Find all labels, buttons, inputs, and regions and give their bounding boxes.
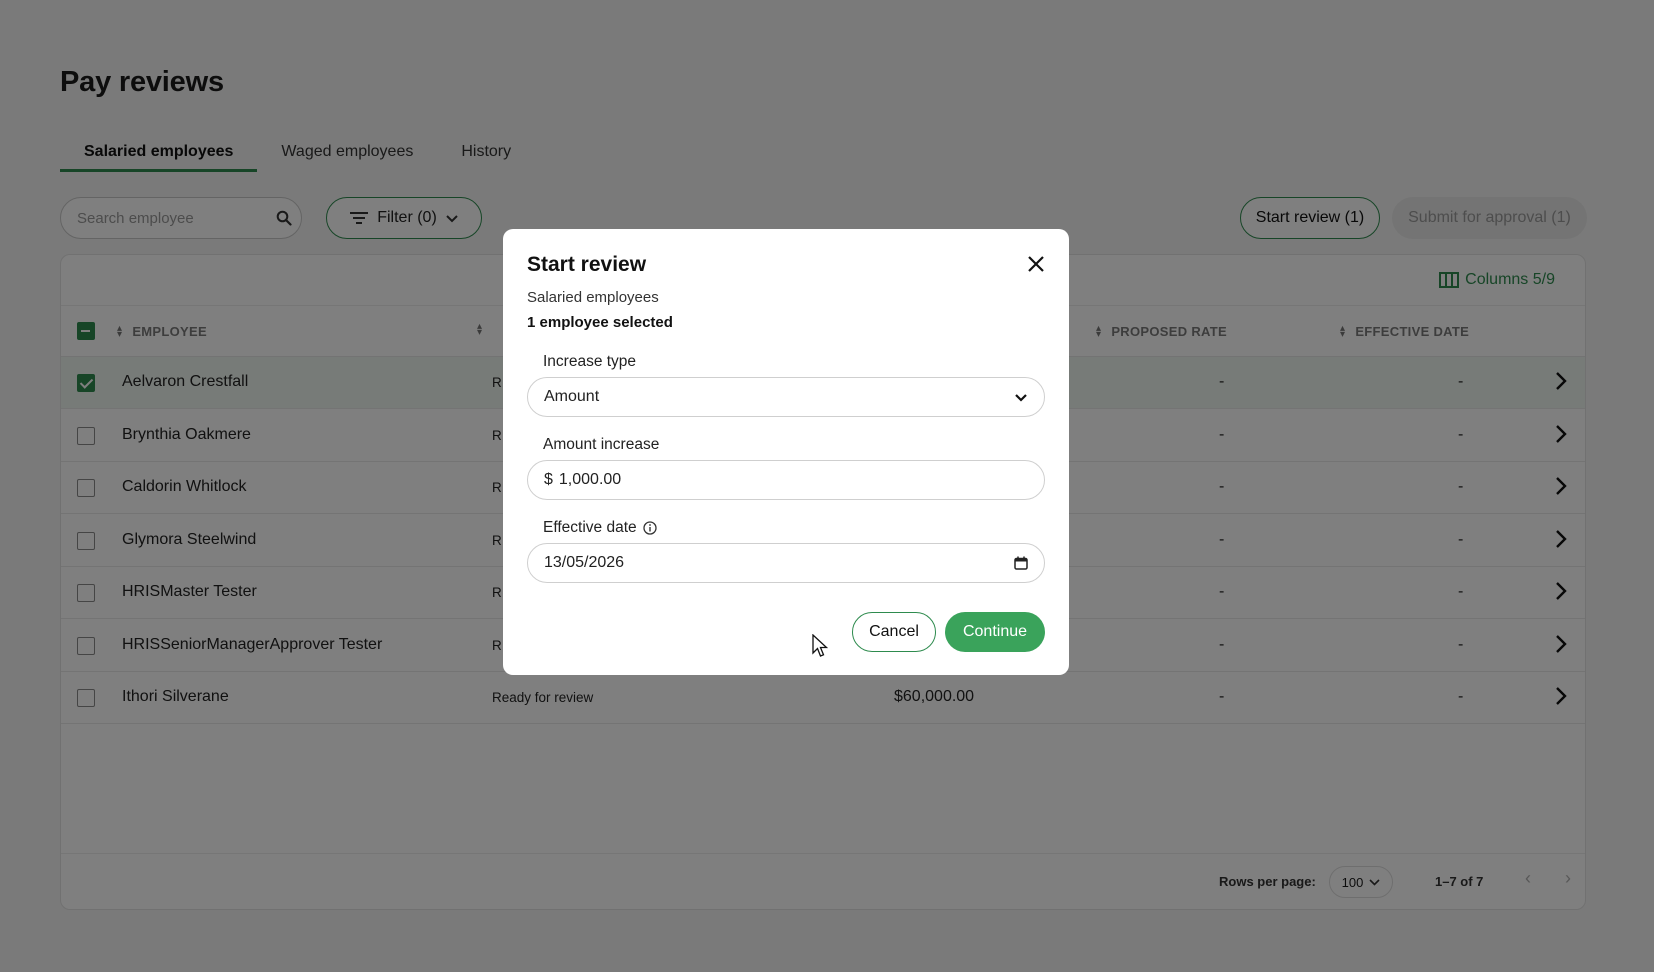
continue-button[interactable]: Continue bbox=[945, 612, 1045, 652]
dialog-title: Start review bbox=[527, 253, 647, 276]
selection-count: 1 employee selected bbox=[527, 314, 673, 331]
effective-date-field[interactable]: 13/05/2026 bbox=[527, 543, 1045, 583]
amount-increase-label: Amount increase bbox=[543, 436, 660, 453]
start-review-dialog: Start review Salaried employees 1 employ… bbox=[503, 229, 1069, 675]
close-icon[interactable] bbox=[1027, 255, 1045, 273]
cancel-button[interactable]: Cancel bbox=[852, 612, 936, 652]
effective-date-label: Effective date bbox=[543, 519, 657, 537]
increase-type-select[interactable]: Amount bbox=[527, 377, 1045, 417]
currency-symbol: $ bbox=[544, 471, 553, 488]
info-icon[interactable] bbox=[642, 521, 657, 535]
chevron-down-icon bbox=[1014, 393, 1028, 402]
amount-increase-field: $ bbox=[527, 460, 1045, 500]
calendar-icon[interactable] bbox=[1014, 556, 1028, 570]
mouse-cursor-icon bbox=[812, 633, 829, 663]
dialog-subtitle: Salaried employees bbox=[527, 289, 659, 306]
amount-increase-input[interactable] bbox=[558, 471, 1028, 489]
increase-type-label: Increase type bbox=[543, 353, 637, 370]
